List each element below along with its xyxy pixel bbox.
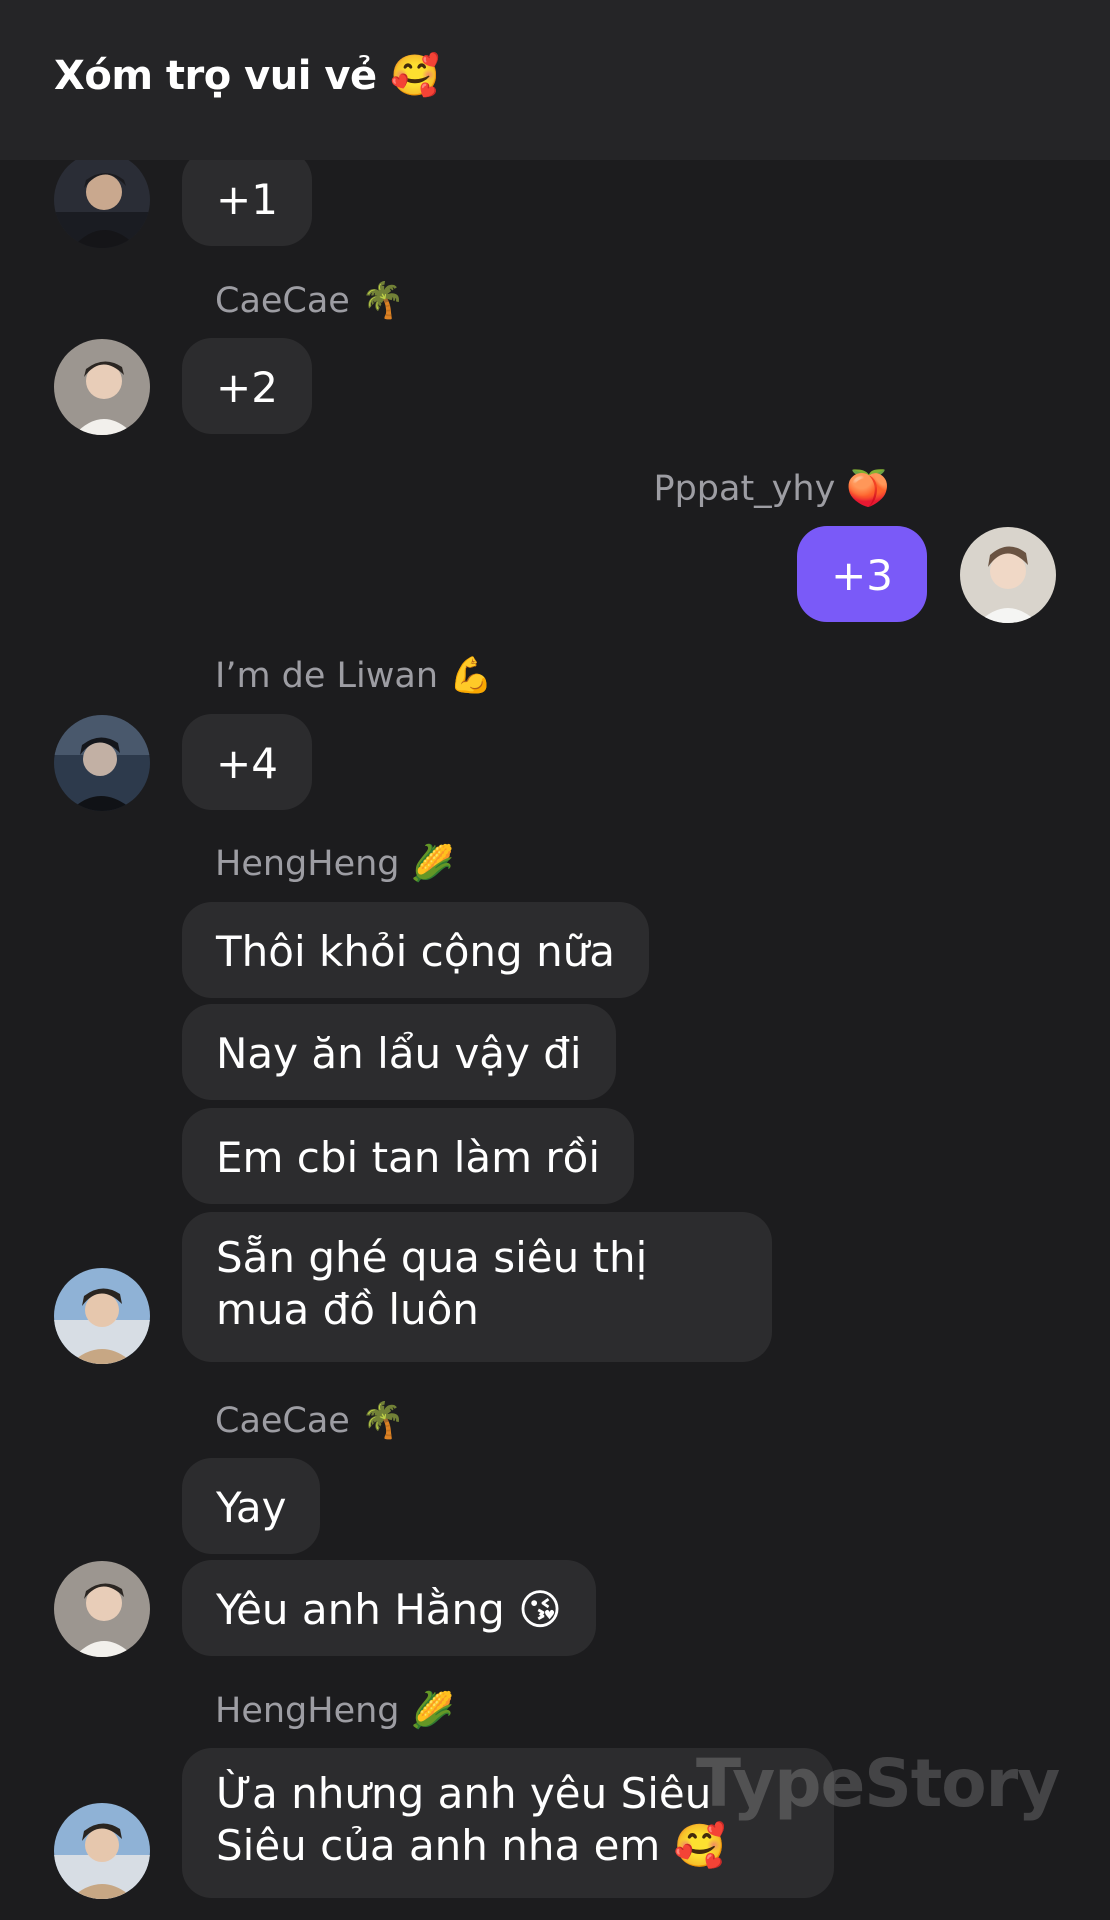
message-bubble[interactable]: +1 [182, 150, 312, 246]
message-bubble[interactable]: +2 [182, 338, 312, 434]
sender-name: Pppat_yhy 🍑 [653, 469, 890, 509]
chat-header: Xóm trọ vui vẻ 🥰 [0, 0, 1110, 160]
message-bubble[interactable]: Em cbi tan làm rồi [182, 1108, 635, 1204]
sender-name: HengHeng 🌽 [215, 844, 455, 884]
avatar[interactable] [960, 527, 1056, 623]
message-bubble-mine[interactable]: +3 [797, 526, 927, 622]
message-bubble[interactable]: Yay [182, 1458, 321, 1554]
avatar[interactable] [54, 1268, 150, 1364]
avatar[interactable] [54, 1561, 150, 1657]
sender-name: HengHeng 🌽 [215, 1691, 455, 1731]
avatar[interactable] [54, 1803, 150, 1899]
sender-name: CaeCae 🌴 [215, 1401, 405, 1441]
sender-name: I’m de Liwan 💪 [215, 656, 493, 696]
avatar[interactable] [54, 715, 150, 811]
message-bubble[interactable]: Sẵn ghé qua siêu thị mua đồ luôn [182, 1212, 772, 1362]
message-bubble[interactable]: Thôi khỏi cộng nữa [182, 902, 650, 998]
message-bubble[interactable]: Ừa nhưng anh yêu Siêu Siêu của anh nha e… [182, 1748, 834, 1898]
sender-name: CaeCae 🌴 [215, 281, 405, 321]
chat-title[interactable]: Xóm trọ vui vẻ 🥰 [54, 52, 440, 99]
chat-thread[interactable]: +1 CaeCae 🌴 +2 Pppat_yhy 🍑 +3 I’m de Liw… [0, 0, 1110, 1920]
message-bubble[interactable]: +4 [182, 714, 312, 810]
message-bubble[interactable]: Yêu anh Hằng 😘 [182, 1560, 596, 1656]
message-bubble[interactable]: Nay ăn lẩu vậy đi [182, 1004, 616, 1100]
avatar[interactable] [54, 152, 150, 248]
avatar[interactable] [54, 339, 150, 435]
